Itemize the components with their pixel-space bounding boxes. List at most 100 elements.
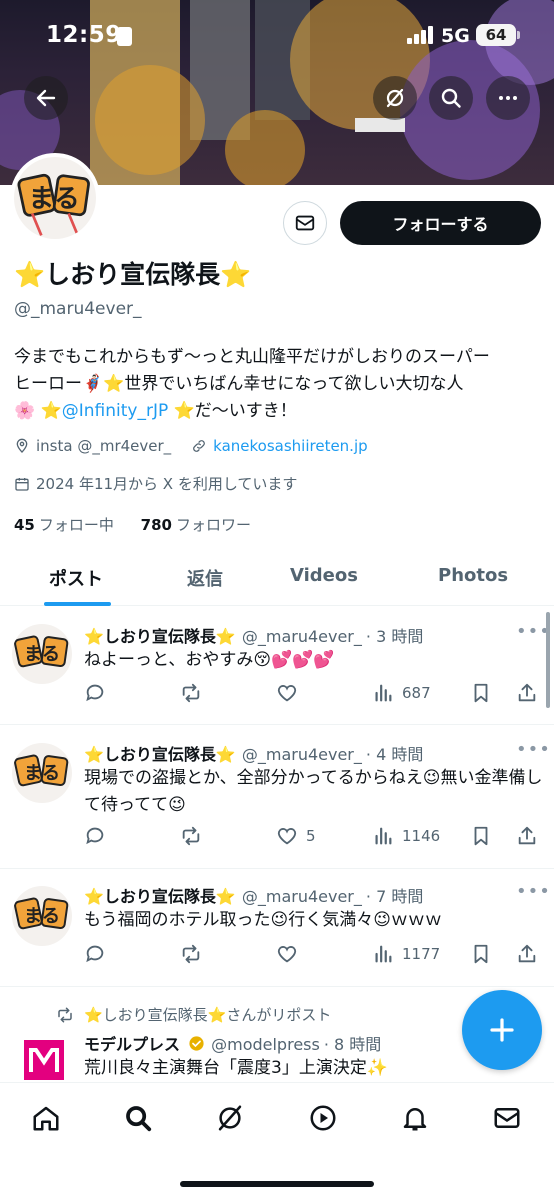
- post-text: ねよーっと、おやすみ😚💕💕💕: [84, 650, 335, 670]
- nav-video[interactable]: [306, 1101, 340, 1135]
- reply-icon: [86, 945, 104, 963]
- profile-meta-row: insta @_mr4ever_ kanekosashiireten.jp: [14, 437, 368, 455]
- bio-line: ヒーロー🦸🏻‍♂️⭐️世界でいちばん幸せになって欲しい大切な人: [14, 374, 464, 394]
- profile-avatar[interactable]: まる: [10, 153, 100, 243]
- back-arrow-icon: [36, 89, 56, 107]
- bookmark-icon: [474, 826, 488, 846]
- search-icon: [126, 1106, 152, 1132]
- avatar-image: まる: [12, 886, 72, 946]
- views-button[interactable]: 1146: [372, 825, 440, 847]
- like-button[interactable]: [276, 682, 306, 704]
- signal-icon: [407, 26, 433, 44]
- share-button[interactable]: [516, 682, 538, 704]
- battery-icon: 64: [476, 24, 520, 46]
- repost-button[interactable]: [180, 825, 202, 847]
- views-button[interactable]: 1177: [372, 943, 440, 965]
- profile-website-link[interactable]: kanekosashiireten.jp: [213, 437, 367, 455]
- post-author-name[interactable]: モデルプレス: [84, 1035, 180, 1054]
- like-button[interactable]: [276, 943, 306, 965]
- tab-posts[interactable]: ポスト: [49, 565, 103, 591]
- post-author-name[interactable]: ⭐️しおり宣伝隊長⭐️: [84, 627, 236, 646]
- post-header: ⭐️しおり宣伝隊長⭐️ @_maru4ever_ · 3 時間: [84, 623, 423, 647]
- nav-notifications[interactable]: [398, 1101, 432, 1135]
- profile-joined-date: 2024 年11月から X を利用しています: [36, 475, 298, 493]
- post-author-name[interactable]: ⭐️しおり宣伝隊長⭐️: [84, 745, 236, 764]
- bookmark-button[interactable]: [470, 682, 492, 704]
- repost-icon: [58, 1007, 72, 1022]
- tab-videos[interactable]: Videos: [290, 565, 358, 586]
- grok-icon: [386, 88, 404, 108]
- post-item[interactable]: まる ⭐️しおり宣伝隊長⭐️ @_maru4ever_ · 3 時間 ••• ねよー…: [0, 607, 554, 725]
- share-button[interactable]: [516, 943, 538, 965]
- post-header: ⭐️しおり宣伝隊長⭐️ @_maru4ever_ · 4 時間: [84, 741, 423, 765]
- view-count: 1146: [402, 827, 441, 845]
- post-avatar[interactable]: まる: [12, 886, 72, 946]
- share-button[interactable]: [516, 825, 538, 847]
- search-icon: [441, 88, 461, 108]
- post-more-icon[interactable]: •••: [516, 739, 551, 760]
- avatar-text: まる: [24, 906, 60, 927]
- post-author-handle: @_maru4ever_: [241, 745, 362, 764]
- avatar-text: まる: [24, 763, 60, 784]
- views-button[interactable]: 687: [372, 682, 431, 704]
- follow-button[interactable]: フォローする: [340, 201, 541, 245]
- status-time: 12:59: [46, 22, 122, 48]
- follow-stats: 45 フォロー中 780 フォロワー: [14, 514, 251, 535]
- bookmark-icon: [474, 683, 488, 703]
- views-icon: [375, 945, 392, 963]
- nav-messages[interactable]: [490, 1101, 524, 1135]
- repost-icon: [182, 826, 200, 846]
- post-avatar[interactable]: まる: [12, 743, 72, 803]
- mail-icon: [295, 215, 315, 231]
- reply-button[interactable]: [84, 682, 106, 704]
- bookmark-button[interactable]: [470, 943, 492, 965]
- repost-button[interactable]: [180, 943, 202, 965]
- tab-photos[interactable]: Photos: [438, 565, 508, 586]
- post-more-icon[interactable]: •••: [516, 881, 551, 902]
- post-actions: 5 1146: [84, 825, 544, 851]
- repost-button[interactable]: [180, 682, 202, 704]
- nav-home[interactable]: [29, 1101, 63, 1135]
- scrollbar[interactable]: [546, 612, 550, 708]
- avatar-text: まる: [24, 644, 60, 665]
- search-button[interactable]: [429, 76, 473, 120]
- reply-button[interactable]: [84, 943, 106, 965]
- post-author-name[interactable]: ⭐️しおり宣伝隊長⭐️: [84, 887, 236, 906]
- avatar-image: まる: [12, 624, 72, 684]
- bio-mention-link[interactable]: @Infinity_rJP: [62, 401, 168, 421]
- following-label: フォロー中: [38, 516, 114, 534]
- bookmark-button[interactable]: [470, 825, 492, 847]
- verified-badge-icon: [189, 1036, 204, 1051]
- modelpress-avatar[interactable]: [22, 1038, 66, 1082]
- post-avatar[interactable]: まる: [12, 624, 72, 684]
- nav-search[interactable]: [121, 1101, 155, 1135]
- followers-link[interactable]: 780 フォロワー: [141, 516, 251, 534]
- grok-button[interactable]: [373, 76, 417, 120]
- nav-grok[interactable]: [213, 1101, 247, 1135]
- repost-indicator: ⭐️しおり宣伝隊長⭐️さんがリポスト: [56, 1004, 331, 1025]
- following-count: 45: [14, 516, 35, 534]
- compose-post-button[interactable]: [462, 990, 542, 1070]
- reply-button[interactable]: [84, 825, 106, 847]
- following-link[interactable]: 45 フォロー中: [14, 516, 114, 534]
- grok-icon: [218, 1105, 242, 1131]
- tab-replies[interactable]: 返信: [187, 565, 223, 591]
- views-icon: [375, 684, 392, 702]
- repost-label: ⭐️しおり宣伝隊長⭐️さんがリポスト: [84, 1006, 332, 1024]
- post-item[interactable]: まる ⭐️しおり宣伝隊長⭐️ @_maru4ever_ · 7 時間 ••• もう福…: [0, 869, 554, 987]
- home-icon: [33, 1106, 59, 1131]
- bio-text: ⭐️だ〜いすき！: [168, 401, 297, 421]
- back-button[interactable]: [24, 76, 68, 120]
- post-item[interactable]: まる ⭐️しおり宣伝隊長⭐️ @_maru4ever_ · 4 時間 ••• 現場で…: [0, 725, 554, 869]
- like-count: 5: [306, 827, 316, 845]
- avatar-text: まる: [29, 184, 80, 214]
- more-button[interactable]: [486, 76, 530, 120]
- home-indicator[interactable]: [180, 1181, 374, 1187]
- like-button[interactable]: 5: [276, 825, 316, 847]
- followers-label: フォロワー: [175, 516, 251, 534]
- location-icon: [16, 438, 28, 453]
- profile-handle: @_maru4ever_: [14, 299, 142, 319]
- link-icon: [193, 440, 206, 452]
- message-button[interactable]: [283, 201, 327, 245]
- share-icon: [518, 826, 536, 845]
